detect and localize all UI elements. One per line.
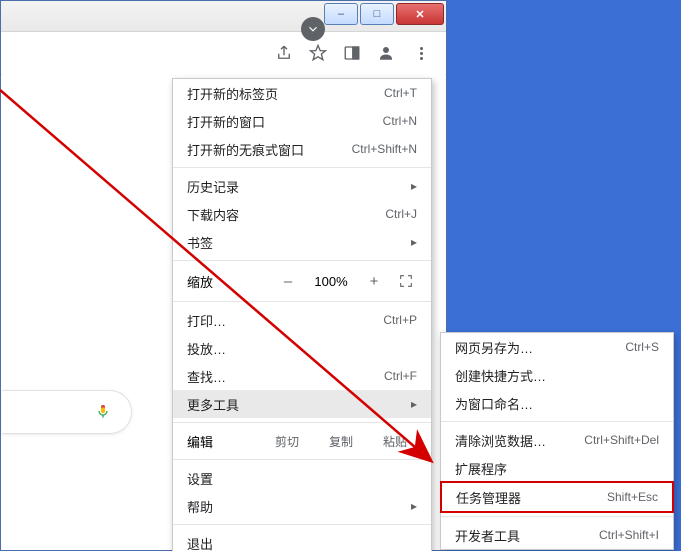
menu-shortcut: Shift+Esc — [607, 490, 658, 504]
menu-label: 任务管理器 — [456, 488, 599, 507]
menu-label: 帮助 — [187, 497, 403, 516]
menu-shortcut: Ctrl+J — [385, 207, 417, 221]
chevron-down-icon[interactable] — [301, 17, 325, 41]
minimize-button[interactable]: – — [324, 3, 358, 25]
menu-shortcut: Ctrl+N — [383, 114, 417, 128]
share-icon[interactable] — [274, 43, 294, 63]
menu-exit[interactable]: 退出 — [173, 529, 431, 551]
menu-label: 创建快捷方式… — [455, 366, 659, 385]
menu-print[interactable]: 打印… Ctrl+P — [173, 306, 431, 334]
menu-shortcut: Ctrl+Shift+N — [352, 142, 417, 156]
menu-label: 为窗口命名… — [455, 394, 659, 413]
menu-label: 设置 — [187, 469, 417, 488]
zoom-value: 100% — [309, 274, 353, 289]
menu-separator — [173, 260, 431, 261]
menu-settings[interactable]: 设置 — [173, 464, 431, 492]
chevron-right-icon: ▸ — [411, 235, 417, 249]
menu-more-tools[interactable]: 更多工具 ▸ — [173, 390, 431, 418]
menu-help[interactable]: 帮助 ▸ — [173, 492, 431, 520]
submenu-create-shortcut[interactable]: 创建快捷方式… — [441, 361, 673, 389]
menu-label: 打开新的标签页 — [187, 84, 376, 103]
avatar-icon[interactable] — [376, 43, 396, 63]
submenu-dev-tools[interactable]: 开发者工具 Ctrl+Shift+I — [441, 521, 673, 549]
submenu-clear-data[interactable]: 清除浏览数据… Ctrl+Shift+Del — [441, 426, 673, 454]
submenu-name-window[interactable]: 为窗口命名… — [441, 389, 673, 417]
menu-label: 打印… — [187, 311, 375, 330]
menu-separator — [441, 516, 673, 517]
edit-copy[interactable]: 复制 — [319, 433, 363, 450]
menu-history[interactable]: 历史记录 ▸ — [173, 172, 431, 200]
menu-label: 打开新的无痕式窗口 — [187, 140, 344, 159]
menu-label: 清除浏览数据… — [455, 431, 576, 450]
menu-label: 投放… — [187, 339, 417, 358]
menu-edit: 编辑 剪切 复制 粘贴 — [173, 427, 431, 455]
close-button[interactable]: ✕ — [396, 3, 444, 25]
kebab-menu-icon[interactable] — [410, 42, 432, 64]
submenu-task-manager[interactable]: 任务管理器 Shift+Esc — [440, 481, 674, 513]
menu-label: 扩展程序 — [455, 459, 659, 478]
zoom-in-button[interactable]: + — [363, 270, 385, 292]
menu-shortcut: Ctrl+S — [625, 340, 659, 354]
menu-zoom: 缩放 – 100% + — [173, 265, 431, 297]
window-title-bar: – □ ✕ — [1, 1, 446, 32]
menu-separator — [173, 301, 431, 302]
search-box[interactable] — [2, 390, 132, 434]
menu-new-incognito[interactable]: 打开新的无痕式窗口 Ctrl+Shift+N — [173, 135, 431, 163]
menu-separator — [173, 167, 431, 168]
menu-shortcut: Ctrl+F — [384, 369, 417, 383]
menu-shortcut: Ctrl+T — [384, 86, 417, 100]
menu-label: 书签 — [187, 233, 403, 252]
more-tools-submenu: 网页另存为… Ctrl+S 创建快捷方式… 为窗口命名… 清除浏览数据… Ctr… — [440, 332, 674, 550]
browser-toolbar — [1, 32, 446, 75]
menu-label: 查找… — [187, 367, 376, 386]
submenu-save-page[interactable]: 网页另存为… Ctrl+S — [441, 333, 673, 361]
menu-label: 打开新的窗口 — [187, 112, 375, 131]
menu-find[interactable]: 查找… Ctrl+F — [173, 362, 431, 390]
chevron-right-icon: ▸ — [411, 179, 417, 193]
menu-shortcut: Ctrl+P — [383, 313, 417, 327]
menu-new-window[interactable]: 打开新的窗口 Ctrl+N — [173, 107, 431, 135]
chevron-right-icon: ▸ — [411, 397, 417, 411]
edit-paste[interactable]: 粘贴 — [373, 433, 417, 450]
menu-separator — [441, 421, 673, 422]
menu-downloads[interactable]: 下载内容 Ctrl+J — [173, 200, 431, 228]
zoom-out-button[interactable]: – — [277, 270, 299, 292]
maximize-button[interactable]: □ — [360, 3, 394, 25]
menu-cast[interactable]: 投放… — [173, 334, 431, 362]
menu-separator — [173, 459, 431, 460]
menu-shortcut: Ctrl+Shift+I — [599, 528, 659, 542]
menu-separator — [173, 422, 431, 423]
menu-bookmarks[interactable]: 书签 ▸ — [173, 228, 431, 256]
menu-label: 缩放 — [187, 272, 267, 291]
fullscreen-icon[interactable] — [395, 270, 417, 292]
microphone-icon[interactable] — [95, 400, 111, 425]
edit-cut[interactable]: 剪切 — [265, 433, 309, 450]
side-panel-icon[interactable] — [342, 43, 362, 63]
menu-label: 编辑 — [187, 432, 255, 451]
menu-label: 退出 — [187, 534, 417, 551]
chevron-right-icon: ▸ — [411, 499, 417, 513]
menu-shortcut: Ctrl+Shift+Del — [584, 433, 659, 447]
star-icon[interactable] — [308, 43, 328, 63]
menu-label: 历史记录 — [187, 177, 403, 196]
menu-label: 开发者工具 — [455, 526, 591, 545]
menu-label: 下载内容 — [187, 205, 377, 224]
submenu-extensions[interactable]: 扩展程序 — [441, 454, 673, 482]
chrome-main-menu: 打开新的标签页 Ctrl+T 打开新的窗口 Ctrl+N 打开新的无痕式窗口 C… — [172, 78, 432, 551]
menu-label: 网页另存为… — [455, 338, 617, 357]
menu-separator — [173, 524, 431, 525]
menu-label: 更多工具 — [187, 395, 403, 414]
menu-new-tab[interactable]: 打开新的标签页 Ctrl+T — [173, 79, 431, 107]
